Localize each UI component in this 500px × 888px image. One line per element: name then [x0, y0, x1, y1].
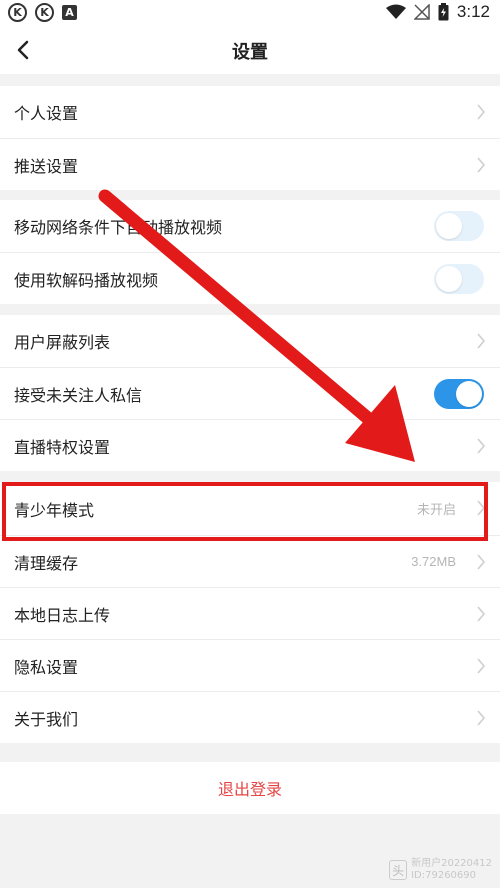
settings-row-about[interactable]: 关于我们 — [0, 691, 500, 743]
settings-row-label: 本地日志上传 — [14, 605, 111, 625]
settings-row-label: 隐私设置 — [14, 657, 79, 677]
status-time: 3:12 — [456, 2, 490, 21]
settings-row-personal[interactable]: 个人设置 — [0, 86, 500, 138]
watermark-text: 新用户20220412 ID:79260690 — [411, 858, 492, 882]
settings-row-stranger-dm: 接受未关注人私信 — [0, 367, 500, 419]
settings-row-clear-cache[interactable]: 清理缓存 3.72MB — [0, 535, 500, 587]
settings-row-label: 使用软解码播放视频 — [14, 270, 159, 290]
settings-row-label: 清理缓存 — [14, 553, 79, 573]
settings-row-label: 接受未关注人私信 — [14, 385, 143, 405]
battery-icon — [438, 3, 449, 21]
cache-size: 3.72MB — [411, 554, 456, 569]
settings-row-block-list[interactable]: 用户屏蔽列表 — [0, 315, 500, 367]
chevron-right-icon — [477, 438, 486, 454]
settings-group-privacy-social: 用户屏蔽列表 接受未关注人私信 直播特权设置 — [0, 315, 500, 471]
toggle-knob — [436, 213, 462, 239]
status-left-icons: K K A — [8, 3, 77, 22]
settings-row-label: 个人设置 — [14, 104, 79, 123]
settings-row-label: 移动网络条件下自动播放视频 — [14, 218, 223, 237]
settings-row-label: 直播特权设置 — [14, 437, 111, 457]
chevron-right-icon — [477, 333, 486, 349]
settings-row-soft-decode: 使用软解码播放视频 — [0, 252, 500, 304]
settings-row-label: 关于我们 — [14, 709, 79, 729]
logout-section: 退出登录 — [0, 762, 500, 814]
annotation-highlight-box — [2, 482, 488, 541]
notification-k-icon: K — [8, 3, 27, 22]
toggle-knob — [456, 381, 482, 407]
watermark-line: 新用户20220412 — [411, 858, 492, 869]
toggle-knob — [436, 266, 462, 292]
settings-row-privacy[interactable]: 隐私设置 — [0, 639, 500, 691]
chevron-right-icon — [477, 554, 486, 570]
settings-row-autoplay-mobile: 移动网络条件下自动播放视频 — [0, 200, 500, 252]
chevron-right-icon — [477, 104, 486, 120]
autoplay-toggle[interactable] — [434, 211, 484, 241]
logout-button[interactable]: 退出登录 — [0, 762, 500, 814]
wifi-icon — [385, 4, 406, 19]
stranger-dm-toggle[interactable] — [434, 379, 484, 409]
notification-a-icon: A — [62, 5, 77, 20]
settings-row-live-privilege[interactable]: 直播特权设置 — [0, 419, 500, 471]
settings-row-label: 推送设置 — [14, 156, 79, 176]
page-title: 设置 — [232, 42, 268, 63]
settings-group-account: 个人设置 推送设置 — [0, 86, 500, 190]
chevron-right-icon — [477, 658, 486, 674]
soft-decode-toggle[interactable] — [434, 264, 484, 294]
chevron-right-icon — [477, 606, 486, 622]
chevron-right-icon — [477, 710, 486, 726]
notification-k-icon: K — [35, 3, 54, 22]
settings-row-push[interactable]: 推送设置 — [0, 138, 500, 190]
settings-row-label: 用户屏蔽列表 — [14, 333, 111, 352]
chevron-right-icon — [477, 157, 486, 173]
settings-row-upload-log[interactable]: 本地日志上传 — [0, 587, 500, 639]
signal-icon — [413, 4, 430, 20]
watermark: 头 新用户20220412 ID:79260690 — [389, 858, 492, 882]
settings-group-video: 移动网络条件下自动播放视频 使用软解码播放视频 — [0, 200, 500, 304]
watermark-logo: 头 — [389, 860, 408, 880]
status-bar: K K A 3:12 — [0, 0, 500, 26]
nav-bar: 设置 — [0, 26, 500, 74]
watermark-line: ID:79260690 — [411, 870, 477, 881]
status-right-icons: 3:12 — [385, 2, 490, 22]
